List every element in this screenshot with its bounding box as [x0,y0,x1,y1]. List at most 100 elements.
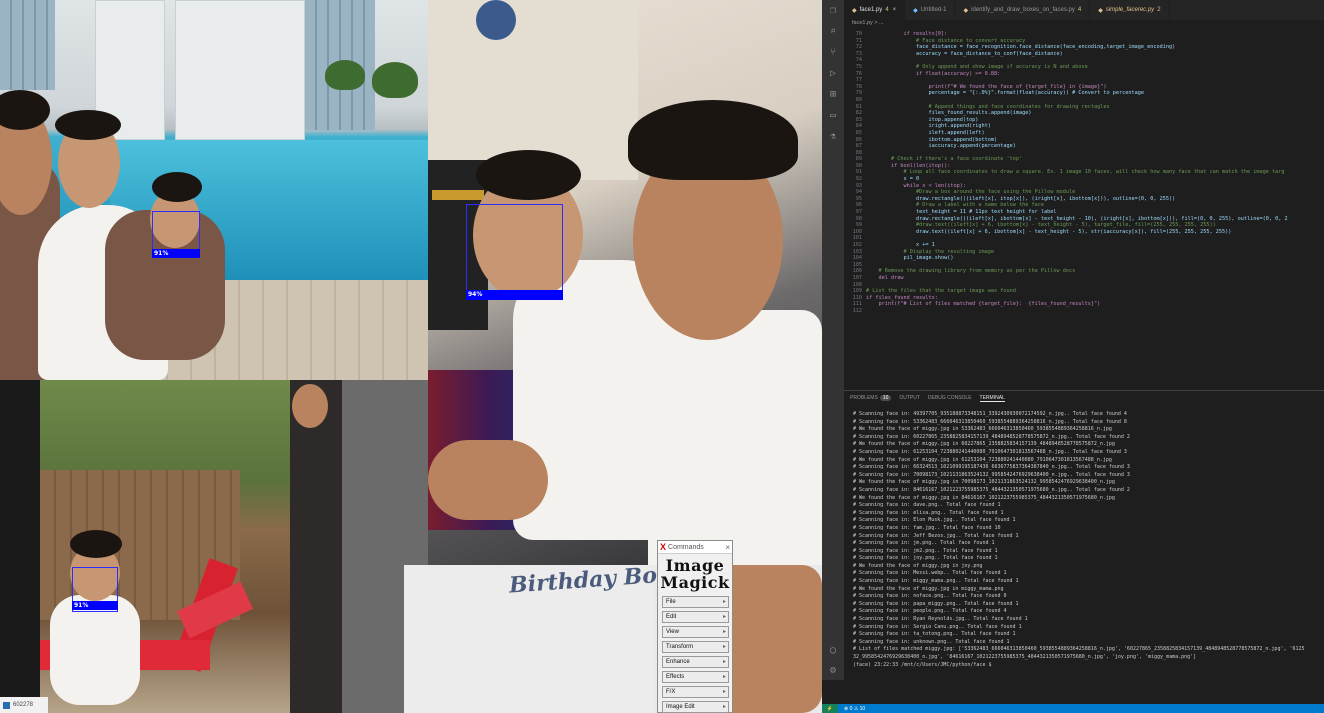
terminal-line: (face) 23:22:33 /mnt/c/Users/JMC/python/… [853,661,995,668]
terminal-line: # Scanning face in: 84616167_10212237559… [853,486,1130,493]
code-line: 97 text_height = 11 # 11px text height f… [844,209,1324,216]
menu-button-file[interactable]: File ▸ [662,596,729,608]
close-icon[interactable]: × [725,543,730,552]
menu-label: Edit [666,614,677,620]
code-line: 107 del draw [844,275,1324,282]
code-line: 94 #Draw a box around the face using the… [844,189,1324,196]
tab-face1[interactable]: ◆ face1.py 4 × [844,0,906,20]
remote-explorer-icon[interactable]: ▭ [822,105,844,126]
tab-terminal[interactable]: TERMINAL [979,395,1005,402]
code-text: # Remove the drawing library from memory… [866,268,1076,275]
account-icon[interactable]: ◯ [822,640,844,661]
line-number: 90 [855,162,862,169]
tab-untitled[interactable]: ◆ Untitled-1 [905,0,956,20]
terminal-output[interactable]: # Scanning face in: 49397705_93518887334… [844,405,1324,669]
woman-face [292,384,328,428]
terminal-line: # We found the face of miggy.jpg in joy.… [853,562,983,569]
line-number: 94 [855,189,862,196]
line-number: 86 [855,136,862,143]
tab-debug-console[interactable]: DEBUG CONSOLE [928,395,972,401]
problems-status[interactable]: ⊗ 0 ⚠ 10 [844,706,865,712]
problems-count-badge: 10 [879,395,892,401]
code-editor[interactable]: 70 if results[0]: 71 # Face distance to c… [844,31,1324,387]
terminal-line: # Scanning face in: ta_totong.png.. Tota… [853,631,1016,638]
window-titlebar[interactable]: X Commands × [658,541,732,554]
line-number: 97 [855,209,862,216]
terminal-line: # Scanning face in: Ryan Reynolds.jpg.. … [853,616,1028,623]
code-text: #Draw a box around the face using the Pi… [866,189,1076,196]
line-number: 82 [855,110,862,117]
remote-indicator-icon[interactable]: ⚡ [822,704,838,713]
tab-problem-count: 4 [1077,7,1082,13]
terminal-line: # Scanning face in: elisa.png.. Total fa… [853,509,1004,516]
taskbar-thumbnail[interactable]: 602278 [0,697,48,713]
code-line: 104 pil_image.show() [844,255,1324,262]
close-icon[interactable]: × [893,7,897,13]
tab-identify-and-draw[interactable]: ◆ identify_and_draw_boxes_on_faces.py 4 [955,0,1091,20]
tab-simple-facerec[interactable]: ◆ simple_facerec.py 2 [1090,0,1170,20]
terminal-line: # List of files matched miggy.jpg: ['533… [853,646,1305,653]
imagemagick-commands-window[interactable]: X Commands × Image Magick File ▸ Edit ▸ Vi… [657,540,733,713]
code-line: 79 percentage = "{:.0%}".format(float(ac… [844,90,1324,97]
line-number: 73 [855,50,862,57]
line-number: 107 [852,274,862,281]
run-debug-icon[interactable]: ▷ [822,63,844,84]
man-hair [628,100,798,180]
menu-button-image-edit[interactable]: Image Edit ▸ [662,701,729,713]
menu-button-fx[interactable]: F/X ▸ [662,686,729,698]
settings-gear-icon[interactable]: ⚙ [822,660,844,681]
menu-label: Effects [666,674,685,680]
menu-button-transform[interactable]: Transform ▸ [662,641,729,653]
line-number: 80 [855,96,862,103]
menu-button-enhance[interactable]: Enhance ▸ [662,656,729,668]
line-number: 78 [855,83,862,90]
python-file-icon: ◆ [963,7,969,14]
extensions-icon[interactable]: ⊞ [822,84,844,105]
explorer-icon[interactable]: ❐ [822,0,844,21]
terminal-line: # We found the face of miggy.jpg in 5336… [853,426,1112,433]
code-text: if files_found_results: [866,294,938,301]
terminal-line: # Scanning face in: fam.jpg.. Total face… [853,524,1001,531]
terminal-line: # We found the face of miggy.jpg in 7009… [853,479,1115,486]
code-line: 84 iright.append(right) [844,123,1324,130]
line-number: 93 [855,182,862,189]
line-number: 104 [852,255,862,262]
code-line: 83 itop.append(top) [844,117,1324,124]
menu-button-effects[interactable]: Effects ▸ [662,671,729,683]
submenu-arrow-icon: ▸ [722,674,726,680]
face-accuracy-label: 91% [72,601,118,610]
tab-problems[interactable]: PROBLEMS 10 [850,395,892,401]
code-text: # Append things and face coordinates for… [866,103,1110,110]
tab-label: PROBLEMS [850,395,878,401]
line-number: 95 [855,195,862,202]
source-control-icon[interactable]: ⑂ [822,42,844,63]
search-icon[interactable]: ⌕ [822,21,844,42]
breadcrumb[interactable]: face1.py > ... [852,20,884,30]
code-line: 71 # Face distance to convert accuracy [844,38,1324,45]
code-line: 100 draw.text((ileft[x] + 6, ibottom[x] … [844,229,1324,236]
code-line: 76 if float(accuracy) >= 0.88: [844,71,1324,78]
woman-figure [290,380,342,713]
glass-building [0,0,55,90]
menu-button-edit[interactable]: Edit ▸ [662,611,729,623]
menu-label: F/X [666,689,676,695]
terminal-line: # Scanning face in: Messi.webp.. Total f… [853,570,1007,577]
face-accuracy-label: 94% [466,290,563,300]
code-text: print(f"# We found the face of {target_f… [866,83,1107,90]
code-text: del draw [866,274,904,281]
baby-hair [152,172,202,202]
menu-button-view[interactable]: View ▸ [662,626,729,638]
bottom-panel: PROBLEMS 10 OUTPUT DEBUG CONSOLE TERMINAL… [844,390,1324,680]
code-text: # Check if there's a face coordinate 'to… [866,156,1023,163]
code-text: iright.append(right) [866,123,991,130]
x11-logo-icon: X [660,542,667,552]
line-number: 100 [852,228,862,235]
menu-label: Enhance [666,659,690,665]
testing-icon[interactable]: ⚗ [822,126,844,147]
tab-output[interactable]: OUTPUT [899,395,920,401]
line-number: 87 [855,143,862,150]
line-number: 112 [852,307,862,314]
building [175,0,305,140]
line-number: 91 [855,169,862,176]
code-line: 105 [844,262,1324,269]
